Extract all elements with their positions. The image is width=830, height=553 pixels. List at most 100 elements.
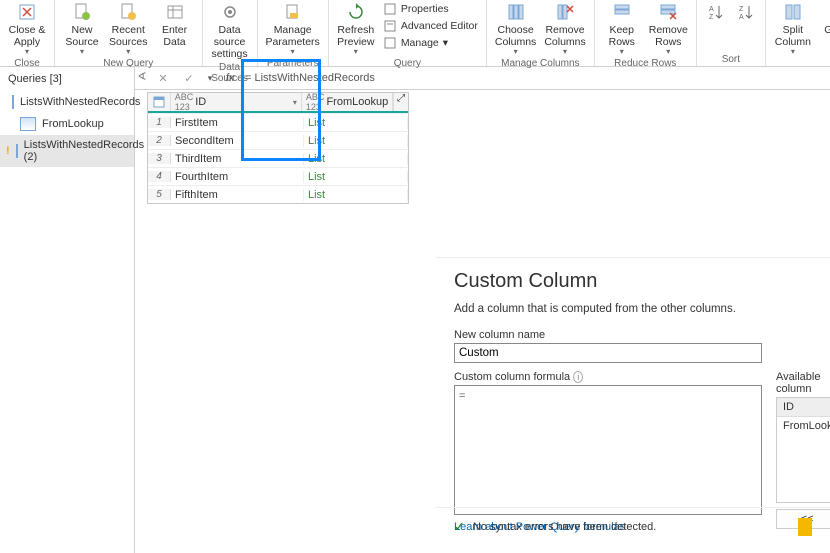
refresh-icon (346, 2, 366, 22)
fx-label: fx (219, 72, 241, 84)
sort-asc-button[interactable]: AZ (701, 0, 731, 24)
keep-rows-button[interactable]: Keep Rows▾ (599, 0, 645, 56)
close-apply-button[interactable]: Close & Apply▾ (4, 0, 50, 56)
svg-text:Z: Z (739, 6, 744, 13)
query-item-label: ListsWithNestedRecords (2) (24, 139, 144, 163)
check-icon: ✓ (454, 519, 465, 535)
manage-button[interactable]: Manage ▾ (383, 36, 478, 50)
expand-column-button[interactable]: ⤢ (393, 93, 408, 111)
warning-icon: ! (6, 145, 10, 157)
query-item[interactable]: !ListsWithNestedRecords (2) (0, 135, 134, 167)
recent-sources-icon (118, 2, 138, 22)
available-columns-label: Available column (776, 371, 830, 395)
new-column-name-input[interactable] (454, 343, 762, 363)
formula-label: Custom column formula i (454, 371, 762, 383)
queries-pane: Queries [3] ListsWithNestedRecords FromL… (0, 67, 135, 553)
remove-columns-icon (555, 2, 575, 22)
chevron-down-icon: ▾ (514, 47, 518, 56)
advanced-editor-button[interactable]: Advanced Editor (383, 19, 478, 33)
chevron-down-icon: ▾ (25, 47, 29, 56)
datatype-any-icon: ABC123 (306, 92, 325, 112)
gear-icon (220, 2, 240, 22)
formula-bar: ✕ ✓ ▾ fx = ListsWithNestedRecords (135, 67, 830, 90)
properties-icon (383, 2, 397, 16)
datatype-any-icon: ABC123 (175, 92, 194, 112)
column-header-fromlookup[interactable]: ABC123FromLookup (302, 93, 393, 111)
table-icon (16, 144, 18, 158)
dialog-subtitle: Add a column that is computed from the o… (454, 303, 830, 315)
enter-data-button[interactable]: Enter Data (152, 0, 198, 48)
table-icon (20, 117, 36, 131)
split-column-button[interactable]: Split Column▾ (770, 0, 816, 56)
status-text: No syntax errors have been detected. (473, 521, 656, 533)
remove-rows-button[interactable]: Remove Rows▾ (645, 0, 692, 56)
advanced-editor-icon (383, 19, 397, 33)
query-item-label: FromLookup (42, 118, 104, 130)
new-column-name-label: New column name (454, 329, 830, 341)
info-icon[interactable]: i (573, 371, 583, 383)
data-grid: ABC123ID▾ ABC123FromLookup ⤢ 1FirstItemL… (147, 92, 409, 204)
query-item-label: ListsWithNestedRecords (20, 96, 140, 108)
commit-formula-button[interactable]: ✓ (177, 72, 201, 85)
table-row[interactable]: 1FirstItemList (148, 113, 408, 131)
chevron-down-icon: ▾ (291, 47, 295, 56)
ribbon: Close & Apply▾ Close New Source▾ Recent … (0, 0, 830, 67)
queries-pane-title: Queries [3] (0, 67, 134, 91)
recent-sources-button[interactable]: Recent Sources▾ (105, 0, 152, 56)
select-all-corner[interactable] (148, 93, 171, 111)
formula-dropdown-button[interactable]: ▾ (201, 73, 219, 84)
choose-columns-button[interactable]: Choose Columns▾ (491, 0, 540, 56)
table-row[interactable]: 2SecondItemList (148, 131, 408, 149)
table-row[interactable]: 5FifthItemList (148, 185, 408, 203)
chevron-down-icon: ▾ (354, 47, 358, 56)
manage-icon (383, 36, 397, 50)
column-header-id[interactable]: ABC123ID▾ (171, 93, 302, 111)
chevron-down-icon: ▾ (563, 47, 567, 56)
custom-column-dialog: Custom Column Add a column that is compu… (436, 257, 830, 516)
collapse-queries-button[interactable]: ∢ (135, 67, 149, 85)
cancel-formula-button[interactable]: ✕ (149, 72, 177, 85)
query-item[interactable]: FromLookup (0, 113, 134, 135)
split-column-icon (783, 2, 803, 22)
available-columns-list: ID FromLookup (776, 397, 830, 503)
table-row[interactable]: 3ThirdItemList (148, 149, 408, 167)
formula-input[interactable]: = ListsWithNestedRecords (241, 72, 830, 84)
properties-button[interactable]: Properties (383, 2, 478, 16)
refresh-preview-button[interactable]: Refresh Preview▾ (333, 0, 379, 56)
chevron-down-icon: ▾ (443, 37, 448, 49)
manage-parameters-button[interactable]: Manage Parameters▾ (262, 0, 324, 56)
sort-desc-icon: ZA (736, 2, 756, 22)
available-column-item[interactable]: ID (777, 398, 830, 417)
chevron-down-icon: ▾ (126, 47, 130, 56)
ok-button[interactable] (798, 518, 812, 536)
close-apply-icon (17, 2, 37, 22)
sort-asc-icon: AZ (706, 2, 726, 22)
chevron-down-icon: ▾ (80, 47, 84, 56)
dialog-title: Custom Column (454, 270, 830, 293)
new-source-icon (72, 2, 92, 22)
table-icon (153, 96, 165, 108)
svg-text:Z: Z (709, 14, 714, 20)
new-source-button[interactable]: New Source▾ (59, 0, 105, 56)
chevron-down-icon: ▾ (620, 47, 624, 56)
column-menu-button[interactable]: ▾ (293, 98, 297, 107)
sort-desc-button[interactable]: ZA (731, 0, 761, 24)
svg-text:A: A (739, 14, 744, 20)
keep-rows-icon (612, 2, 632, 22)
chevron-down-icon: ▾ (791, 47, 795, 56)
available-column-item[interactable]: FromLookup (777, 417, 830, 435)
data-source-settings-button[interactable]: Data source settings (207, 0, 253, 60)
query-item[interactable]: ListsWithNestedRecords (0, 91, 134, 113)
chevron-down-icon: ▾ (666, 47, 670, 56)
remove-columns-button[interactable]: Remove Columns▾ (540, 0, 589, 56)
table-row[interactable]: 4FourthItemList (148, 167, 408, 185)
table-icon (12, 95, 14, 109)
group-by-button[interactable]: Group By (816, 0, 830, 48)
remove-rows-icon (658, 2, 678, 22)
parameters-icon (283, 2, 303, 22)
enter-data-icon (165, 2, 185, 22)
choose-columns-icon (506, 2, 526, 22)
group-label-sort: Sort (701, 52, 761, 66)
dialog-status-bar: ✓ No syntax errors have been detected. (436, 507, 830, 546)
formula-input[interactable]: = (454, 385, 762, 515)
